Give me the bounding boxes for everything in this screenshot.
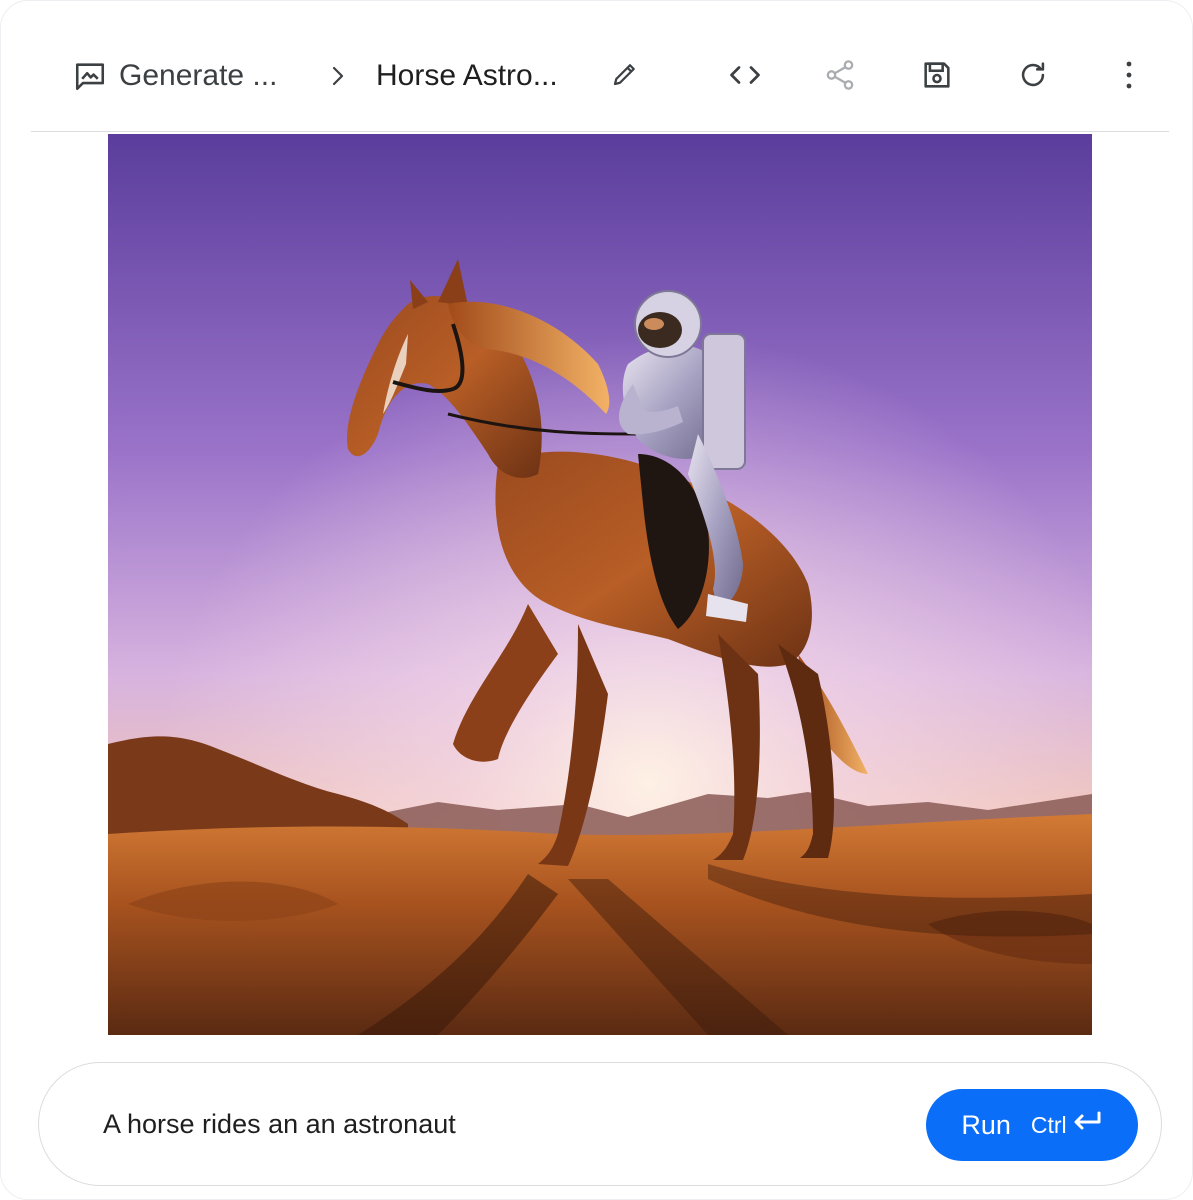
share-button[interactable]	[820, 57, 860, 97]
pencil-icon	[610, 59, 640, 94]
run-shortcut-label: Ctrl	[1030, 1111, 1067, 1138]
image-prompt-icon	[73, 59, 107, 93]
prompt-bar: Run Ctrl	[38, 1062, 1162, 1186]
chevron-right-icon	[327, 21, 349, 131]
save-icon	[920, 58, 954, 97]
edit-title-button[interactable]	[607, 21, 643, 131]
get-code-button[interactable]	[725, 57, 765, 97]
run-shortcut: Ctrl	[1031, 1110, 1103, 1140]
prompt-input[interactable]	[103, 1103, 903, 1145]
run-button-label: Run	[961, 1109, 1011, 1140]
more-vert-icon	[1124, 60, 1134, 95]
enter-key-icon	[1067, 1110, 1103, 1140]
refresh-icon	[1016, 58, 1050, 97]
breadcrumb-app-label: Generate ...	[119, 59, 278, 92]
rerun-button[interactable]	[1013, 57, 1053, 97]
app-window: Generate ... Horse Astro... A horse ride…	[0, 0, 1193, 1200]
header-bar: Generate ... Horse Astro...	[31, 21, 1169, 132]
run-button[interactable]: Run Ctrl	[926, 1089, 1138, 1161]
save-button[interactable]	[917, 57, 957, 97]
more-options-button[interactable]	[1109, 57, 1149, 97]
generated-image[interactable]	[108, 134, 1092, 1035]
code-icon	[727, 57, 763, 98]
share-icon	[823, 58, 857, 97]
breadcrumb-app[interactable]: Generate ...	[73, 21, 277, 131]
prompt-title[interactable]: Horse Astro...	[376, 21, 558, 131]
